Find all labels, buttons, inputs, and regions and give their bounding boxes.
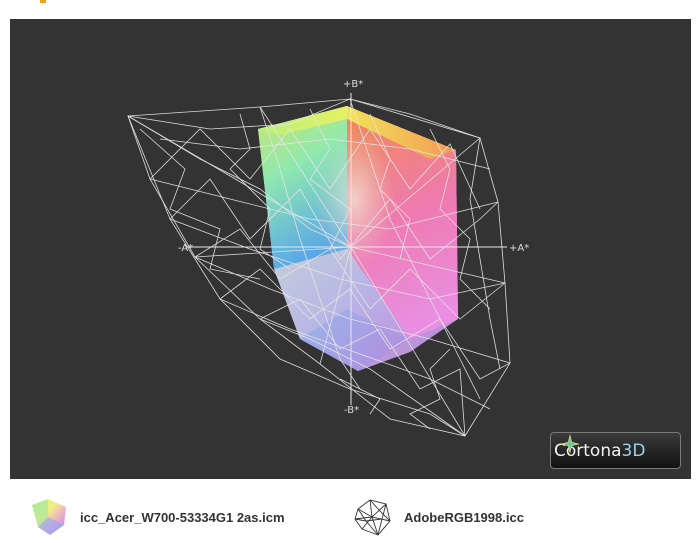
wireframe-gamut-icon — [354, 499, 391, 536]
axis-label-b-minus: -B* — [344, 405, 360, 416]
cortona-star-icon — [560, 434, 580, 454]
legend-label-measured: icc_Acer_W700-53334G1 2as.icm — [80, 509, 285, 525]
measured-gamut-solid — [258, 106, 458, 371]
axis-label-a-plus: +A* — [509, 243, 530, 254]
accent-mark — [40, 0, 46, 3]
gamut-legend: icc_Acer_W700-53334G1 2as.icm AdobeRGB19… — [0, 497, 698, 537]
color-gamut-solid-icon — [32, 499, 66, 535]
cortona3d-badge[interactable]: Cortona3D — [550, 432, 681, 469]
legend-item-reference: AdobeRGB1998.icc — [352, 497, 524, 537]
gamut-3d-viewer[interactable]: +B* -B* +A* -A* Cortona3D — [10, 19, 691, 479]
axis-label-b-plus: +B* — [343, 79, 364, 90]
axis-label-a-minus: -A* — [178, 243, 194, 254]
legend-label-reference: AdobeRGB1998.icc — [404, 509, 524, 525]
legend-item-measured: icc_Acer_W700-53334G1 2as.icm — [28, 497, 285, 537]
